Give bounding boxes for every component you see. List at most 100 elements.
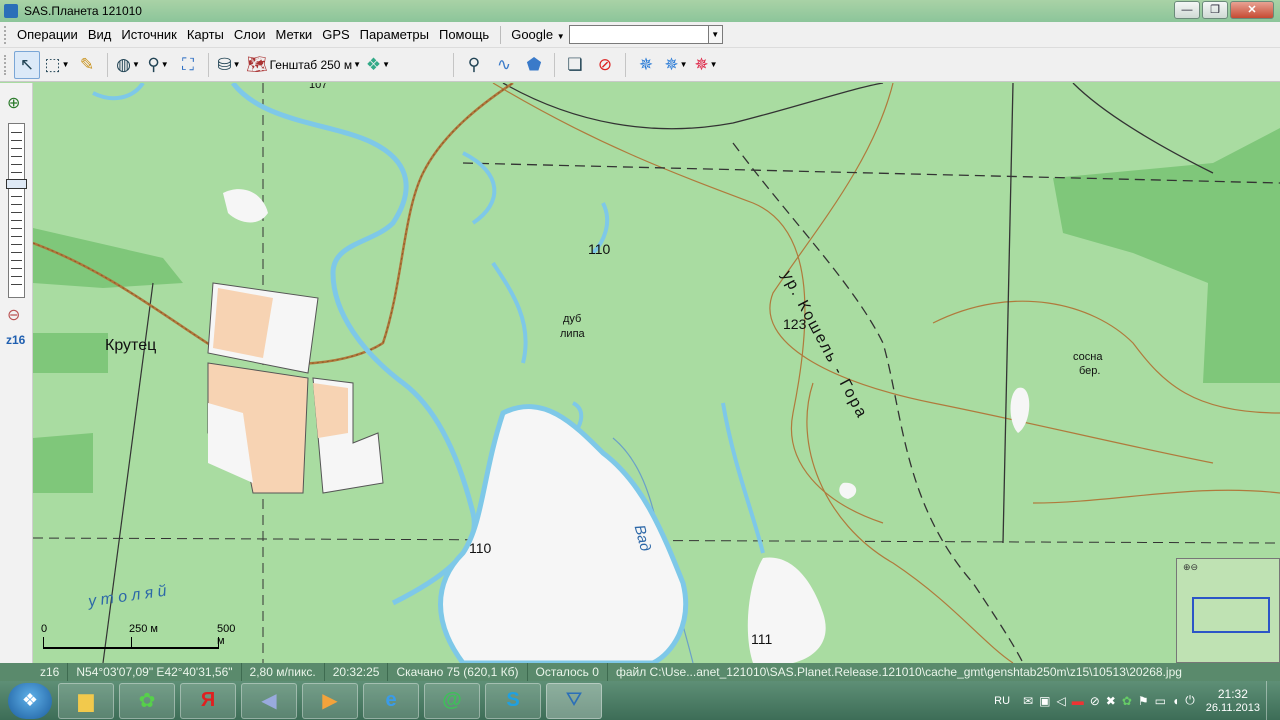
tray-monitor-icon[interactable]: ▣: [1039, 694, 1050, 708]
satellite-options-icon: ✵: [694, 54, 709, 74]
chevron-down-icon: ▼: [160, 60, 169, 69]
clock-date: 26.11.2013: [1205, 701, 1260, 714]
window-title: SAS.Планета 121010: [24, 4, 142, 18]
elevation-label-107: 107: [309, 83, 328, 91]
taskbar-icq[interactable]: ✿: [119, 682, 175, 719]
zoom-out-icon[interactable]: ⊖: [7, 305, 20, 325]
play-icon: ▶: [322, 690, 338, 712]
layers-button[interactable]: ❖ ▼: [365, 51, 391, 79]
globe-button[interactable]: ◍ ▼: [115, 51, 141, 79]
chevron-down-icon: ▼: [679, 60, 688, 69]
selection-tool-button[interactable]: ⬚ ▼: [44, 51, 70, 79]
tray-language[interactable]: RU: [994, 695, 1010, 707]
minimap-zoom-icon[interactable]: ⊕⊖: [1183, 562, 1198, 573]
menu-source[interactable]: Источник: [116, 27, 182, 42]
map-source-button[interactable]: ⛁ ▼: [216, 51, 242, 79]
taskbar-mail-agent[interactable]: @: [424, 682, 480, 719]
map-icon: 🗺: [246, 54, 268, 74]
chevron-down-icon: ▼: [556, 32, 565, 41]
tray-icq-icon[interactable]: ✿: [1122, 694, 1132, 708]
menu-marks[interactable]: Метки: [271, 27, 318, 42]
menu-maps[interactable]: Карты: [182, 27, 229, 42]
search-input[interactable]: [568, 25, 709, 44]
gps-options-button[interactable]: ✵ ▼: [693, 51, 719, 79]
tree-label-linden: липа: [560, 328, 585, 340]
tray-mail-icon[interactable]: ✉: [1023, 694, 1033, 708]
select-rect-icon: ⬚: [44, 54, 61, 74]
gps-connect-button[interactable]: ✵: [633, 51, 659, 79]
tray-speaker-icon[interactable]: ◖: [1172, 694, 1179, 708]
marks-list-button[interactable]: ❏: [562, 51, 588, 79]
scale-label-mid: 250 м: [129, 623, 158, 635]
chevron-down-icon: ▼: [131, 60, 140, 69]
tray-security-icon[interactable]: ✖: [1106, 694, 1116, 708]
menu-layers[interactable]: Слои: [229, 27, 271, 42]
menu-help[interactable]: Помощь: [434, 27, 494, 42]
taskbar: ❖ ▆ ✿ Я ◀ ▶ e @ S ⛛ RU ✉ ▣ ◁ ▬ ⊘ ✖ ✿ ⚑ ▭…: [0, 681, 1280, 720]
minimap-viewport-frame[interactable]: [1192, 597, 1270, 633]
tree-label-pine: сосна: [1073, 351, 1103, 363]
minimap[interactable]: ⊕⊖: [1176, 558, 1280, 663]
tray-network-icon[interactable]: ⊘: [1090, 694, 1100, 708]
minimize-button[interactable]: —: [1174, 1, 1200, 19]
search-engine-button[interactable]: Google ▼: [507, 27, 568, 42]
tray-notification-flag-icon[interactable]: ⚑: [1138, 694, 1149, 708]
toolbar-grip[interactable]: [4, 25, 8, 44]
start-button[interactable]: ❖: [8, 682, 52, 719]
taskbar-sas-planet[interactable]: ⛛: [546, 682, 602, 719]
status-file-path: файл C:\Use...anet_121010\SAS.Planet.Rel…: [615, 665, 1182, 679]
map-type-button[interactable]: 🗺 Генштаб 250 м ▼: [246, 51, 361, 79]
tray-volume-mute-icon[interactable]: ◁: [1056, 694, 1065, 708]
fullscreen-button[interactable]: ⛶: [175, 51, 201, 79]
tray-display-icon[interactable]: ▭: [1155, 694, 1166, 708]
system-tray: RU ✉ ▣ ◁ ▬ ⊘ ✖ ✿ ⚑ ▭ ◖ ⏻ 21:32 26.11.201…: [994, 681, 1280, 720]
toolbar-separator: [625, 52, 626, 77]
ruler-tool-button[interactable]: ✎: [74, 51, 100, 79]
status-bar: z16 N54°03'07,09" E42°40'31,56" 2,80 м/п…: [0, 663, 1280, 681]
speaker-icon: ◀: [261, 690, 277, 712]
zoom-tool-button[interactable]: ⚲ ▼: [145, 51, 171, 79]
zoom-in-icon[interactable]: ⊕: [7, 93, 20, 113]
menu-gps[interactable]: GPS: [317, 27, 354, 42]
toolbar-grip[interactable]: [4, 54, 8, 75]
elevation-label-110-north: 110: [588, 241, 611, 257]
chevron-down-icon: ▼: [353, 60, 361, 69]
maximize-button[interactable]: ❐: [1202, 1, 1228, 19]
tray-flag-icon[interactable]: ▬: [1072, 694, 1084, 708]
gps-track-button[interactable]: ✵ ▼: [663, 51, 689, 79]
show-desktop-button[interactable]: [1266, 681, 1280, 720]
taskbar-explorer[interactable]: ▆: [58, 682, 114, 719]
taskbar-yandex[interactable]: Я: [180, 682, 236, 719]
search-engine-label: Google: [511, 27, 554, 42]
move-tool-button[interactable]: ↖: [14, 50, 40, 79]
hide-marks-button[interactable]: ⊘: [592, 51, 618, 79]
menu-operations[interactable]: Операции: [12, 27, 83, 42]
elevation-label-110-south: 110: [469, 540, 492, 556]
search-dropdown-button[interactable]: ▼: [708, 25, 723, 44]
add-path-button[interactable]: ∿: [491, 51, 517, 79]
add-polygon-button[interactable]: ⬟: [521, 51, 547, 79]
at-icon: @: [442, 689, 462, 711]
zoom-bar: ⊕ ⊖ z16: [0, 83, 33, 663]
map-view[interactable]: Крутец 110 дуб липа 123 ур. Кошель - Гор…: [33, 83, 1280, 663]
zoom-slider-handle[interactable]: [6, 179, 27, 189]
taskbar-skype[interactable]: S: [485, 682, 541, 719]
menu-view[interactable]: Вид: [83, 27, 117, 42]
scale-label-start: 0: [41, 623, 48, 635]
add-placemark-button[interactable]: ⚲: [461, 51, 487, 79]
polygon-icon: ⬟: [526, 54, 542, 74]
zoom-slider-track[interactable]: [8, 123, 25, 298]
close-button[interactable]: ✕: [1230, 1, 1274, 19]
path-icon: ∿: [496, 54, 512, 74]
taskbar-media-player[interactable]: ▶: [302, 682, 358, 719]
status-time: 20:32:25: [325, 663, 389, 681]
clock[interactable]: 21:32 26.11.2013: [1206, 687, 1260, 715]
menu-settings[interactable]: Параметры: [355, 27, 434, 42]
tree-label-birch: бер.: [1079, 365, 1101, 377]
sas-planet-icon: ⛛: [565, 689, 583, 711]
tray-power-icon[interactable]: ⏻: [1185, 693, 1195, 708]
taskbar-audio-player[interactable]: ◀: [241, 682, 297, 719]
marks-icon: ❏: [567, 54, 583, 74]
satellite-track-icon: ✵: [664, 54, 679, 74]
taskbar-internet-explorer[interactable]: e: [363, 682, 419, 719]
